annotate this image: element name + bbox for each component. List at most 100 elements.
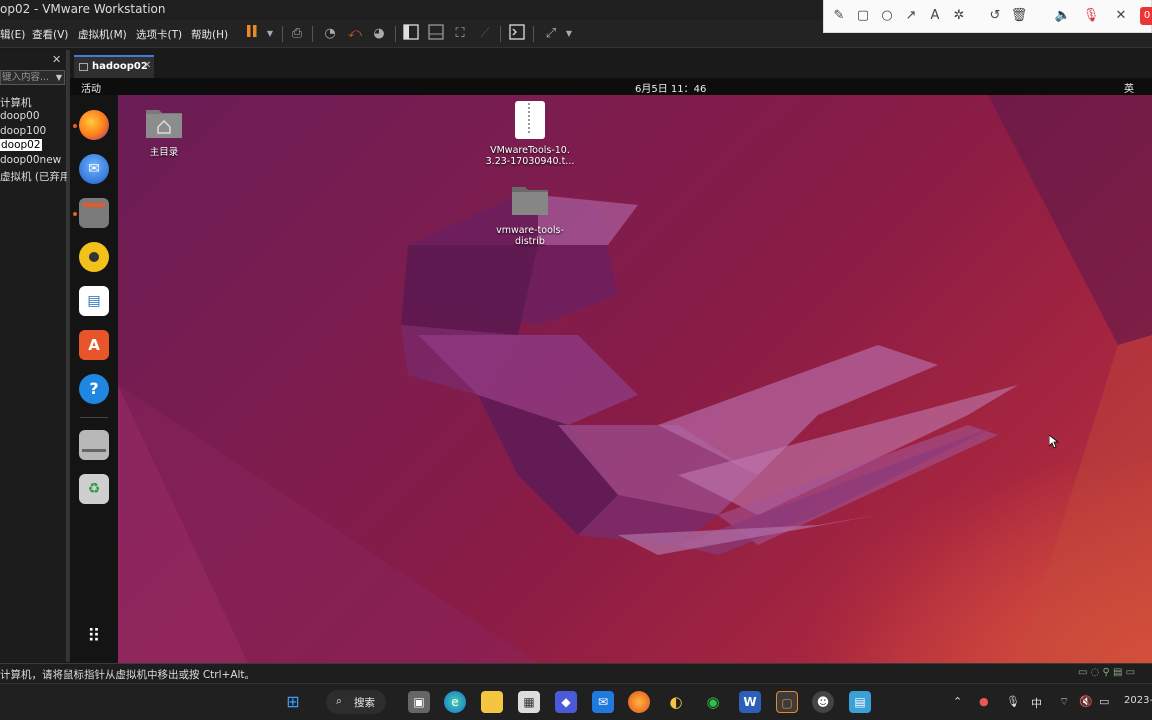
rectangle-icon[interactable]: ▢ — [854, 7, 872, 25]
edge-icon[interactable]: e — [444, 691, 466, 713]
ubuntu-dock: ✉ ▤ A ? ♻ ⠿ — [70, 95, 118, 663]
thumbnail-bar-icon[interactable] — [426, 24, 446, 44]
input-method-indicator[interactable]: 英 — [1124, 80, 1134, 95]
library-item[interactable]: 虚拟机 (已弃用) — [0, 169, 75, 184]
drive-icon[interactable] — [79, 430, 109, 460]
show-apps-icon[interactable]: ⠿ — [79, 622, 109, 652]
snapshot-manager-icon[interactable]: ◕ — [369, 24, 389, 44]
activities-button[interactable]: 活动 — [81, 80, 101, 95]
send-ctrl-alt-del-icon[interactable]: ⎙ — [287, 24, 307, 44]
arrow-icon[interactable]: ↗ — [902, 7, 920, 25]
running-indicator — [73, 124, 77, 128]
speaker-icon[interactable]: 🔈 — [1054, 7, 1072, 25]
menu-help[interactable]: 帮助(H) — [191, 27, 228, 42]
ime-indicator[interactable]: 中 — [1031, 695, 1042, 711]
library-item[interactable]: doop00 — [0, 110, 40, 122]
avatar[interactable]: ☻ — [812, 691, 834, 713]
tab-label: hadoop02 — [92, 61, 148, 72]
libreoffice-writer-icon[interactable]: ▤ — [79, 286, 109, 316]
distrib-folder-label-line1: vmware-tools- — [496, 225, 564, 236]
date-partial[interactable]: 2023- — [1124, 695, 1152, 706]
snapshot-icon[interactable]: ◔ — [320, 24, 340, 44]
windows-start-icon[interactable]: ⊞ — [282, 691, 304, 713]
menu-edit[interactable]: 辑(E) — [0, 27, 25, 42]
dock-separator — [80, 417, 108, 418]
jellyfish-wallpaper — [118, 95, 1152, 663]
library-item[interactable]: doop00new — [0, 154, 61, 166]
search-label: 搜索 — [354, 697, 375, 709]
tray-overflow-icon[interactable]: ⌃ — [953, 695, 962, 708]
stretch-icon[interactable]: ⤢ — [541, 24, 561, 44]
menu-view[interactable]: 查看(V) — [32, 27, 68, 42]
archive-file-icon[interactable] — [515, 101, 545, 139]
app-center-icon[interactable]: A — [79, 330, 109, 360]
store-icon[interactable]: ▦ — [518, 691, 540, 713]
wechat-icon[interactable]: ◉ — [702, 691, 724, 713]
taskbar-search[interactable]: ⌕ 搜索 — [326, 690, 386, 714]
full-screen-icon[interactable]: ⛶ — [450, 24, 470, 44]
unity-icon: ⟋ — [480, 26, 490, 41]
vmwaretools-file-label-line2: 3.23-17030940.t... — [485, 156, 575, 167]
library-item[interactable]: 计算机 — [0, 95, 32, 110]
mic-muted-icon[interactable]: 🎙 — [1082, 7, 1100, 25]
mail-icon[interactable]: ✉ — [592, 691, 614, 713]
search-icon: ⌕ — [336, 695, 342, 707]
library-item-selected[interactable]: doop02 — [0, 139, 42, 151]
firefox-taskbar-icon[interactable] — [628, 691, 650, 713]
trash-icon[interactable]: ♻ — [79, 474, 109, 504]
magic-wand-icon[interactable]: ✲ — [950, 7, 968, 25]
text-icon[interactable]: A — [926, 7, 944, 25]
record-badge[interactable]: 0 — [1140, 7, 1152, 25]
vmwaretools-file-label-line1: VMwareTools-10. — [490, 145, 570, 156]
undo-icon[interactable]: ↺ — [986, 7, 1004, 25]
menu-vm[interactable]: 虚拟机(M) — [78, 27, 127, 42]
desktop-background[interactable]: 主目录 VMwareTools-10. 3.23-17030940.t... v… — [118, 95, 1152, 663]
volume-muted-icon[interactable]: 🔇 — [1079, 695, 1093, 708]
home-folder-icon[interactable] — [145, 105, 183, 139]
library-search-input[interactable]: 键入内容... ▼ — [0, 70, 65, 85]
clock[interactable]: 6月5日 11：46 — [635, 80, 706, 95]
distrib-folder-label-line2: distrib — [515, 236, 545, 247]
circle-icon[interactable]: ○ — [878, 7, 896, 25]
device-icons[interactable]: ▭ ◌ ⚲ ▤ ▭ — [1078, 667, 1135, 678]
help-icon[interactable]: ? — [79, 374, 109, 404]
home-folder-label: 主目录 — [149, 147, 179, 158]
vm-icon — [79, 63, 88, 71]
task-view-icon[interactable]: ▣ — [408, 691, 430, 713]
app-icon[interactable]: ◐ — [665, 691, 687, 713]
files-icon[interactable] — [79, 198, 109, 228]
library-close-icon[interactable]: ✕ — [52, 53, 61, 66]
notepad-icon[interactable]: ▤ — [849, 691, 871, 713]
menu-tabs[interactable]: 选项卡(T) — [136, 27, 182, 42]
file-explorer-icon[interactable] — [481, 691, 503, 713]
console-icon[interactable] — [507, 24, 527, 44]
power-dropdown-icon[interactable]: ▼ — [260, 24, 280, 44]
delete-icon[interactable]: 🗑 — [1010, 7, 1028, 25]
rhythmbox-icon[interactable] — [79, 242, 109, 272]
revert-snapshot-icon[interactable]: ⤺ — [345, 24, 365, 44]
thunderbird-icon[interactable]: ✉ — [79, 154, 109, 184]
vmware-status-bar: 计算机，请将鼠标指针从虚拟机中移出或按 Ctrl+Alt。 ▭ ◌ ⚲ ▤ ▭ — [0, 663, 1152, 683]
mouse-cursor-icon — [1048, 434, 1060, 452]
vmware-taskbar-icon[interactable]: ▢ — [776, 691, 798, 713]
pause-icon[interactable] — [242, 24, 262, 44]
tab-hadoop02[interactable]: hadoop02 ✕ — [74, 55, 154, 78]
pencil-icon[interactable]: ✎ — [830, 7, 848, 25]
wifi-icon[interactable]: ⌔ — [1059, 695, 1069, 709]
folder-icon[interactable] — [511, 184, 549, 216]
word-icon[interactable]: W — [739, 691, 761, 713]
tab-close-icon[interactable]: ✕ — [143, 60, 151, 71]
stretch-dropdown-icon[interactable]: ▼ — [559, 24, 579, 44]
microphone-icon[interactable]: 🎙 — [1006, 695, 1020, 708]
copilot-icon[interactable]: ◆ — [555, 691, 577, 713]
status-message: 计算机，请将鼠标指针从虚拟机中移出或按 Ctrl+Alt。 — [0, 669, 256, 681]
chevron-down-icon[interactable]: ▼ — [56, 71, 62, 84]
running-indicator — [73, 212, 77, 216]
ubuntu-top-bar: 活动 6月5日 11：46 英 — [70, 78, 1152, 95]
show-library-icon[interactable] — [401, 24, 421, 44]
close-icon[interactable]: ✕ — [1112, 7, 1130, 25]
firefox-icon[interactable] — [79, 110, 109, 140]
library-item[interactable]: doop100 — [0, 125, 46, 137]
battery-icon[interactable]: ▭ — [1099, 695, 1109, 708]
tray-app-icon[interactable]: ● — [979, 695, 989, 708]
